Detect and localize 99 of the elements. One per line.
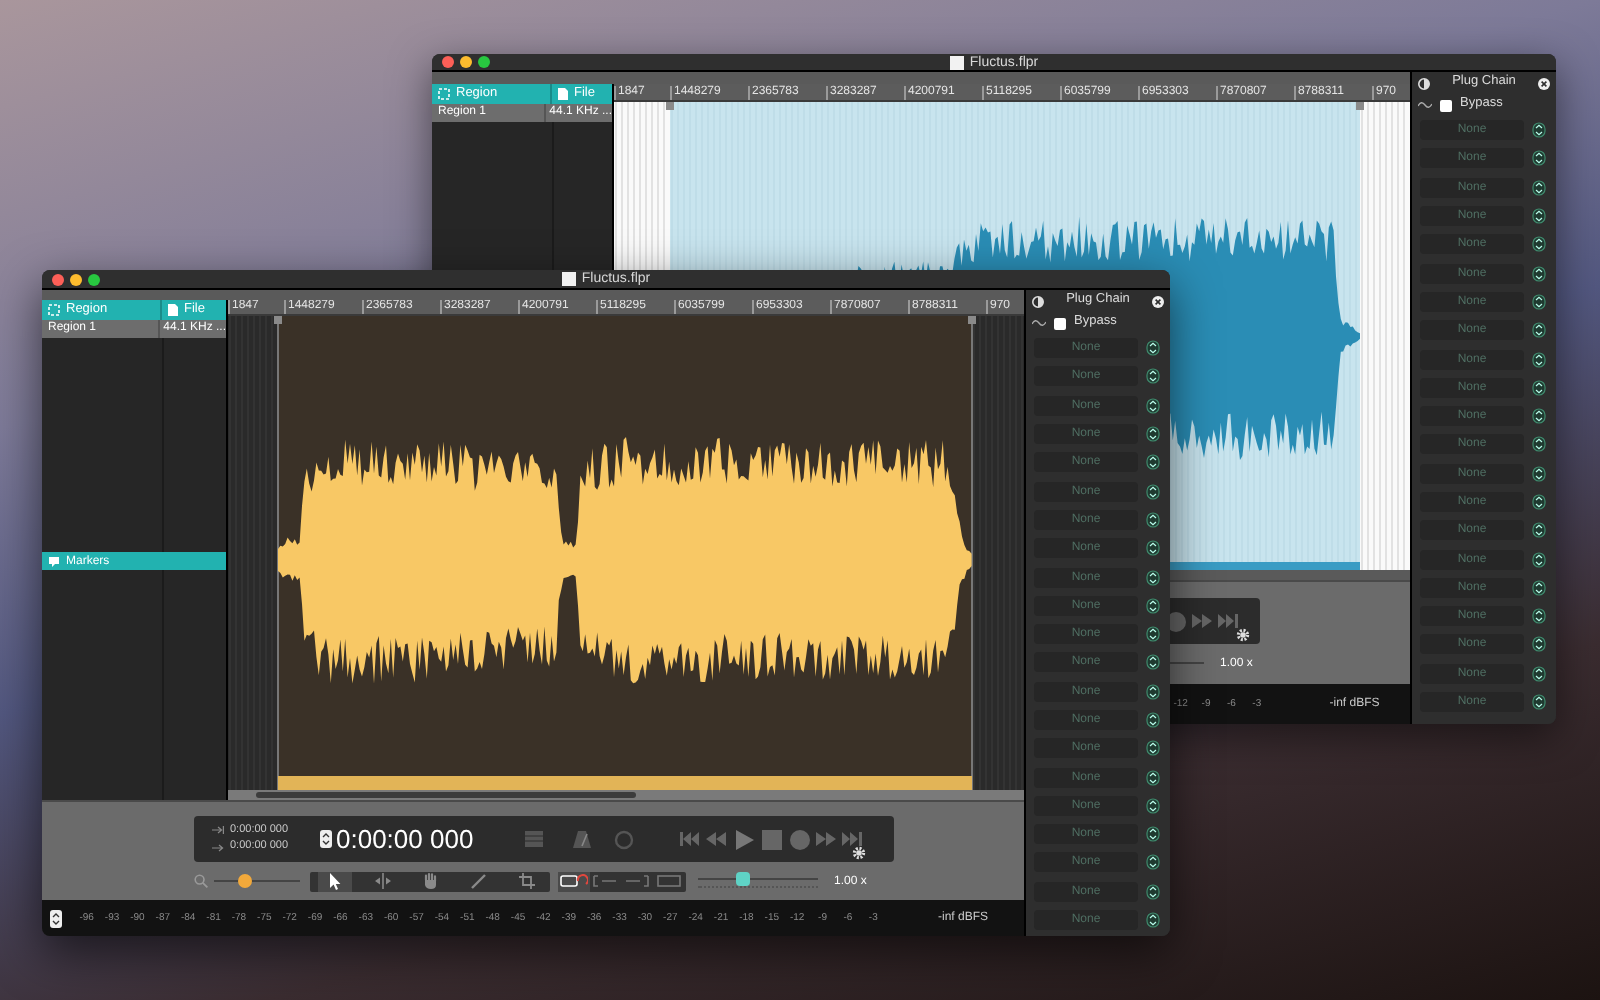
stepper-icon[interactable] (1532, 551, 1546, 568)
stepper-icon[interactable] (1146, 683, 1160, 700)
position-time: 0:00:00 000 (336, 826, 476, 852)
minimize-button[interactable] (460, 56, 472, 68)
stepper-icon[interactable] (1532, 579, 1546, 596)
stepper-icon[interactable] (1532, 522, 1546, 539)
region-handle[interactable] (666, 102, 674, 110)
stepper-icon[interactable] (1532, 150, 1546, 167)
stepper-icon[interactable] (1146, 912, 1160, 929)
region-handle[interactable] (968, 316, 976, 324)
stepper-icon[interactable] (1146, 797, 1160, 814)
stepper-icon[interactable] (1532, 436, 1546, 453)
arrow-icon (212, 843, 224, 852)
stepper-icon[interactable] (1146, 597, 1160, 614)
speed-slider[interactable] (698, 872, 818, 890)
loop-button[interactable] (558, 871, 590, 891)
stepper-icon[interactable] (1532, 293, 1546, 310)
fast-forward-icon[interactable] (816, 830, 836, 848)
stepper-icon[interactable] (1146, 511, 1160, 528)
range-icon (656, 874, 684, 888)
stepper-icon[interactable] (1146, 454, 1160, 471)
bracket-icon (624, 874, 652, 888)
rewind-icon[interactable] (706, 830, 726, 848)
arrow-icon (212, 826, 224, 835)
slider-thumb[interactable] (237, 874, 252, 888)
close-button[interactable] (52, 273, 64, 285)
file-icon (168, 304, 178, 316)
document-icon (561, 272, 576, 286)
pencil-icon (469, 872, 487, 890)
half-circle-icon[interactable] (1418, 77, 1430, 89)
stop-icon[interactable] (762, 829, 782, 849)
stepper-icon[interactable] (1146, 426, 1160, 443)
bubble-icon (48, 555, 60, 567)
bracket-icon (592, 874, 620, 888)
stepper-icon[interactable] (50, 909, 62, 927)
stepper-icon[interactable] (1146, 854, 1160, 871)
stepper-icon[interactable] (1532, 408, 1546, 425)
record-icon[interactable] (790, 829, 810, 849)
stepper-icon[interactable] (1532, 322, 1546, 339)
stepper-icon[interactable] (1146, 397, 1160, 414)
stepper-icon[interactable] (1532, 465, 1546, 482)
stepper-icon[interactable] (1146, 540, 1160, 557)
stepper-icon[interactable] (1146, 654, 1160, 671)
stepper-icon[interactable] (1146, 826, 1160, 843)
region-icon (48, 304, 60, 316)
stepper-icon[interactable] (1146, 883, 1160, 900)
scrollbar[interactable] (256, 792, 636, 798)
stepper-icon[interactable] (1146, 368, 1160, 385)
minimize-button[interactable] (70, 273, 82, 285)
stepper-icon[interactable] (1146, 483, 1160, 500)
settings-icon[interactable] (852, 846, 866, 860)
hand-icon (421, 872, 439, 890)
metronome-icon[interactable] (572, 829, 592, 849)
settings-icon[interactable] (1236, 628, 1250, 642)
maximize-button[interactable] (478, 56, 490, 68)
fast-forward-icon[interactable] (1192, 612, 1212, 630)
stepper-icon[interactable] (1532, 665, 1546, 682)
stepper-icon[interactable] (1532, 208, 1546, 225)
stepper-icon[interactable] (1532, 351, 1546, 368)
tool-button[interactable] (317, 871, 351, 891)
stepper-icon[interactable] (1146, 740, 1160, 757)
pointer-icon (325, 872, 343, 890)
wave-icon (1032, 318, 1046, 328)
stepper-icon[interactable] (1532, 236, 1546, 253)
wave-icon (1418, 100, 1432, 110)
waveform-view[interactable] (228, 316, 1024, 790)
stepper-icon[interactable] (1532, 636, 1546, 653)
stepper-icon[interactable] (1146, 712, 1160, 728)
half-circle-icon[interactable] (1032, 295, 1044, 307)
zoom-slider[interactable] (214, 874, 300, 888)
loop-icon (560, 874, 588, 888)
close-icon[interactable] (1152, 295, 1164, 307)
stepper-icon[interactable] (1146, 769, 1160, 786)
checkbox[interactable] (1054, 317, 1066, 329)
document-icon (949, 55, 964, 69)
stepper-icon[interactable] (1532, 494, 1546, 510)
stepper-icon[interactable] (1532, 265, 1546, 282)
region-handle[interactable] (1356, 102, 1364, 110)
file-icon (558, 88, 568, 100)
stepper-icon[interactable] (1146, 340, 1160, 357)
region-icon (438, 88, 450, 100)
stepper-icon[interactable] (1532, 379, 1546, 396)
stepper-icon[interactable] (1146, 569, 1160, 586)
stepper-icon[interactable] (320, 830, 332, 848)
crop-icon (517, 872, 535, 890)
stepper-icon[interactable] (1532, 694, 1546, 711)
stepper-icon[interactable] (1532, 122, 1546, 139)
maximize-button[interactable] (88, 273, 100, 285)
stepper-icon[interactable] (1532, 179, 1546, 196)
region-handle[interactable] (274, 316, 282, 324)
play-icon[interactable] (734, 829, 754, 849)
close-icon[interactable] (1538, 77, 1550, 89)
stepper-icon[interactable] (1146, 626, 1160, 643)
slider-thumb[interactable] (735, 872, 749, 886)
split-icon (373, 872, 391, 890)
skip-back-icon[interactable] (680, 830, 700, 848)
stepper-icon[interactable] (1532, 608, 1546, 625)
checkbox[interactable] (1440, 99, 1452, 111)
close-button[interactable] (442, 56, 454, 68)
